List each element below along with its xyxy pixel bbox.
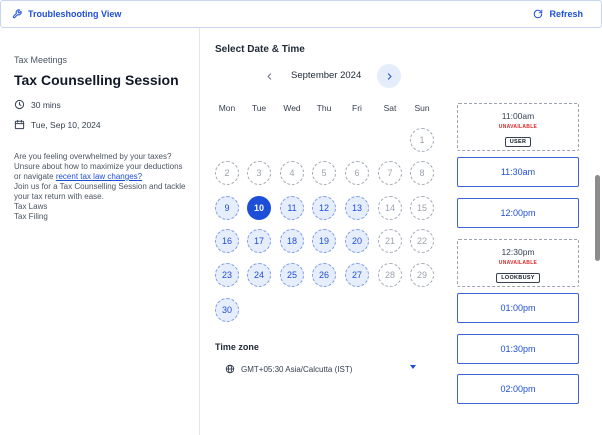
calendar-day: 29 bbox=[410, 263, 434, 287]
wrench-icon bbox=[12, 9, 22, 19]
calendar-day[interactable]: 12 bbox=[312, 196, 336, 220]
calendar-day: 15 bbox=[410, 196, 434, 220]
timezone-heading: Time zone bbox=[215, 342, 259, 352]
calendar-day: 14 bbox=[378, 196, 402, 220]
calendar-icon bbox=[14, 119, 25, 130]
weekday-sat: Sat bbox=[383, 103, 397, 113]
calendar-day[interactable]: 11 bbox=[280, 196, 304, 220]
timezone-value: GMT+05:30 Asia/Calcutta (IST) bbox=[241, 364, 353, 374]
time-slot-button[interactable]: 01:30pm bbox=[457, 334, 579, 364]
timezone-dropdown-caret-icon[interactable] bbox=[410, 365, 416, 369]
troubleshooting-view-title: Troubleshooting View bbox=[12, 9, 121, 19]
weekday-sun: Sun bbox=[414, 103, 430, 113]
busy-reason-badge: USER bbox=[504, 137, 532, 147]
scrollbar-thumb[interactable] bbox=[595, 175, 600, 261]
event-date: Tue, Sep 10, 2024 bbox=[14, 119, 101, 130]
calendar-day[interactable]: 19 bbox=[312, 229, 336, 253]
event-duration: 30 mins bbox=[14, 99, 61, 110]
calendar-day[interactable]: 23 bbox=[215, 263, 239, 287]
time-slot-unavailable: 11:00am UNAVAILABLE USER bbox=[457, 103, 579, 151]
calendar-day: 1 bbox=[410, 128, 434, 152]
calendar-day: 21 bbox=[378, 229, 402, 253]
chevron-right-icon bbox=[385, 72, 394, 81]
calendar-day[interactable]: 25 bbox=[280, 263, 304, 287]
time-slot-button[interactable]: 01:00pm bbox=[457, 293, 579, 323]
unavailable-label: UNAVAILABLE bbox=[498, 260, 538, 266]
calendar-day[interactable]: 18 bbox=[280, 229, 304, 253]
calendar-day: 7 bbox=[378, 161, 402, 185]
weekday-wed: Wed bbox=[283, 103, 301, 113]
weekday-tue: Tue bbox=[251, 103, 267, 113]
busy-reason-badge: LOOKBUSY bbox=[496, 273, 540, 283]
troubleshooter-header: Troubleshooting View Refresh bbox=[0, 0, 602, 28]
timezone-select[interactable]: GMT+05:30 Asia/Calcutta (IST) bbox=[225, 362, 417, 376]
calendar-day: 28 bbox=[378, 263, 402, 287]
duration-text: 30 mins bbox=[31, 99, 61, 110]
month-navigator: September 2024 bbox=[255, 64, 405, 88]
calendar-day: 22 bbox=[410, 229, 434, 253]
tag-tax-laws: Tax Laws bbox=[14, 202, 48, 211]
calendar-day[interactable]: 27 bbox=[345, 263, 369, 287]
description-text-2: Join us for a Tax Counselling Session an… bbox=[14, 182, 186, 201]
calendar-day[interactable]: 26 bbox=[312, 263, 336, 287]
tag-tax-filing: Tax Filing bbox=[14, 212, 48, 221]
prev-month-button[interactable] bbox=[262, 69, 276, 83]
next-month-button[interactable] bbox=[377, 64, 401, 88]
clock-icon bbox=[14, 99, 25, 110]
calendar-day: 5 bbox=[312, 161, 336, 185]
refresh-button[interactable]: Refresh bbox=[533, 9, 583, 19]
time-slot-button[interactable]: 11:30am bbox=[457, 157, 579, 187]
event-category: Tax Meetings bbox=[14, 55, 68, 65]
calendar-day[interactable]: 17 bbox=[247, 229, 271, 253]
weekday-mon: Mon bbox=[218, 103, 236, 113]
calendar-day: 4 bbox=[280, 161, 304, 185]
tax-law-link[interactable]: recent tax law changes? bbox=[56, 172, 142, 181]
calendar-day[interactable]: 24 bbox=[247, 263, 271, 287]
calendar-day[interactable]: 16 bbox=[215, 229, 239, 253]
event-title: Tax Counselling Session bbox=[14, 72, 179, 88]
time-slot-unavailable: 12:30pm UNAVAILABLE LOOKBUSY bbox=[457, 239, 579, 287]
time-slot-button[interactable]: 02:00pm bbox=[457, 374, 579, 404]
chevron-left-icon bbox=[265, 72, 274, 81]
date-text: Tue, Sep 10, 2024 bbox=[31, 119, 101, 130]
time-slot-button[interactable]: 12:00pm bbox=[457, 198, 579, 228]
month-label: September 2024 bbox=[291, 70, 362, 81]
weekday-fri: Fri bbox=[352, 103, 362, 113]
topbar-title: Troubleshooting View bbox=[28, 9, 122, 19]
calendar-day: 6 bbox=[345, 161, 369, 185]
calendar-day[interactable]: 20 bbox=[345, 229, 369, 253]
event-description: Are you feeling overwhelmed by your taxe… bbox=[14, 152, 186, 222]
calendar-day: 8 bbox=[410, 161, 434, 185]
unavailable-label: UNAVAILABLE bbox=[498, 124, 538, 130]
calendar-day: 2 bbox=[215, 161, 239, 185]
refresh-label: Refresh bbox=[549, 9, 583, 19]
slot-time: 11:00am bbox=[501, 111, 535, 121]
calendar-day[interactable]: 30 bbox=[215, 298, 239, 322]
weekday-thu: Thu bbox=[316, 103, 332, 113]
refresh-icon bbox=[533, 9, 543, 19]
select-date-time-heading: Select Date & Time bbox=[215, 44, 305, 55]
calendar-day: 3 bbox=[247, 161, 271, 185]
calendar-day[interactable]: 13 bbox=[345, 196, 369, 220]
event-info-panel: Tax Meetings Tax Counselling Session 30 … bbox=[0, 28, 200, 435]
day-selected[interactable]: 10 bbox=[247, 196, 271, 220]
globe-icon bbox=[225, 364, 235, 374]
slot-time: 12:30pm bbox=[501, 247, 535, 257]
calendar-day[interactable]: 9 bbox=[215, 196, 239, 220]
